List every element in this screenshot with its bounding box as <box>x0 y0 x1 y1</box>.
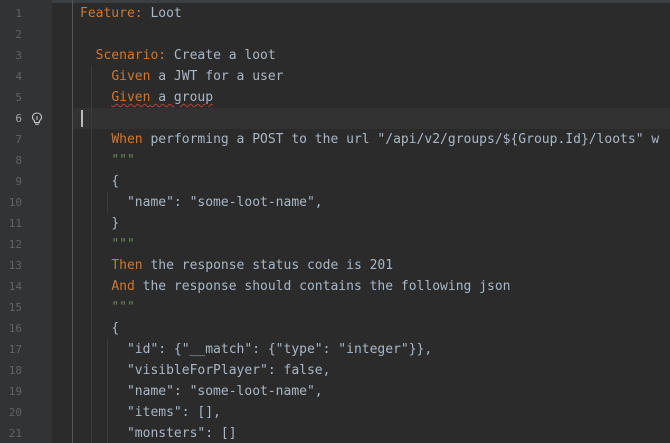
line-number: 16 <box>8 322 22 335</box>
line-number: 2 <box>15 28 22 41</box>
text-token: performing a POST to the url "/api/v2/gr… <box>142 132 660 147</box>
lightbulb-icon[interactable] <box>31 112 43 126</box>
string-token: """ <box>111 237 135 252</box>
code-line[interactable]: """ <box>80 234 135 255</box>
keyword-token: Feature: <box>80 6 143 21</box>
string-token: """ <box>111 300 135 315</box>
keyword-token: Then <box>111 258 143 273</box>
line-number: 18 <box>8 364 22 377</box>
line-number: 19 <box>8 385 22 398</box>
line-number: 21 <box>8 427 22 440</box>
text-token: the response should contains the followi… <box>134 279 511 294</box>
code-line[interactable]: "items": [], <box>80 402 221 423</box>
code-line[interactable]: Given a group <box>80 87 213 108</box>
code-line[interactable]: When performing a POST to the url "/api/… <box>80 129 659 150</box>
text-token: a group <box>150 90 214 105</box>
code-line[interactable]: Given a JWT for a user <box>80 66 284 87</box>
code-line[interactable]: Feature: Loot <box>80 3 182 24</box>
line-number: 11 <box>8 217 22 230</box>
line-number: 10 <box>8 196 22 209</box>
line-number: 4 <box>15 70 22 83</box>
gutter-separator <box>72 0 73 443</box>
line-number: 20 <box>8 406 22 419</box>
text-token: "name": "some-loot-name", <box>126 384 323 399</box>
text-caret <box>81 110 83 127</box>
code-line[interactable]: """ <box>80 297 135 318</box>
line-number: 9 <box>15 175 22 188</box>
code-line[interactable]: """ <box>80 150 135 171</box>
line-number: 8 <box>15 154 22 167</box>
code-line[interactable]: Then the response status code is 201 <box>80 255 393 276</box>
text-token: a JWT for a user <box>150 69 284 84</box>
code-line[interactable]: "monsters": [] <box>80 423 237 443</box>
line-number: 1 <box>15 7 22 20</box>
text-token: { <box>111 321 120 336</box>
line-number: 15 <box>8 301 22 314</box>
line-number: 5 <box>15 91 22 104</box>
line-number: 13 <box>8 259 22 272</box>
text-token: "visibleForPlayer": false, <box>126 363 331 378</box>
keyword-token: Given <box>111 90 151 105</box>
text-token: { <box>111 174 120 189</box>
line-number: 6 <box>15 112 22 125</box>
text-token: the response status code is 201 <box>142 258 394 273</box>
code-line[interactable]: "name": "some-loot-name", <box>80 192 323 213</box>
keyword-token: Given <box>111 69 151 84</box>
code-line[interactable]: "id": {"__match": {"type": "integer"}}, <box>80 339 432 360</box>
keyword-token: When <box>111 132 143 147</box>
code-line[interactable]: And the response should contains the fol… <box>80 276 510 297</box>
text-token: "items": [], <box>126 405 221 420</box>
code-line[interactable]: { <box>80 318 119 339</box>
text-token: } <box>111 216 120 231</box>
text-token: "name": "some-loot-name", <box>126 195 323 210</box>
code-editor[interactable]: 1 2 3 4 5 6 7 8 9 10 11 12 13 14 15 16 17 18 19 20 21 Featur… <box>0 0 670 443</box>
text-token: "id": {"__match": {"type": "integer"}}, <box>126 342 433 357</box>
text-token: Create a loot <box>166 48 276 63</box>
code-line[interactable]: "visibleForPlayer": false, <box>80 360 331 381</box>
keyword-token: And <box>111 279 135 294</box>
text-token: Loot <box>142 6 182 21</box>
line-number: 7 <box>15 133 22 146</box>
code-line[interactable]: { <box>80 171 119 192</box>
current-line-highlight <box>73 108 670 129</box>
line-number: 12 <box>8 238 22 251</box>
line-number: 14 <box>8 280 22 293</box>
code-line[interactable]: "name": "some-loot-name", <box>80 381 323 402</box>
code-line[interactable]: } <box>80 213 119 234</box>
text-token: "monsters": [] <box>126 426 237 441</box>
line-number: 17 <box>8 343 22 356</box>
line-number: 3 <box>15 49 22 62</box>
string-token: """ <box>111 153 135 168</box>
keyword-token: Scenario: <box>95 48 167 63</box>
code-line[interactable]: Scenario: Create a loot <box>80 45 276 66</box>
